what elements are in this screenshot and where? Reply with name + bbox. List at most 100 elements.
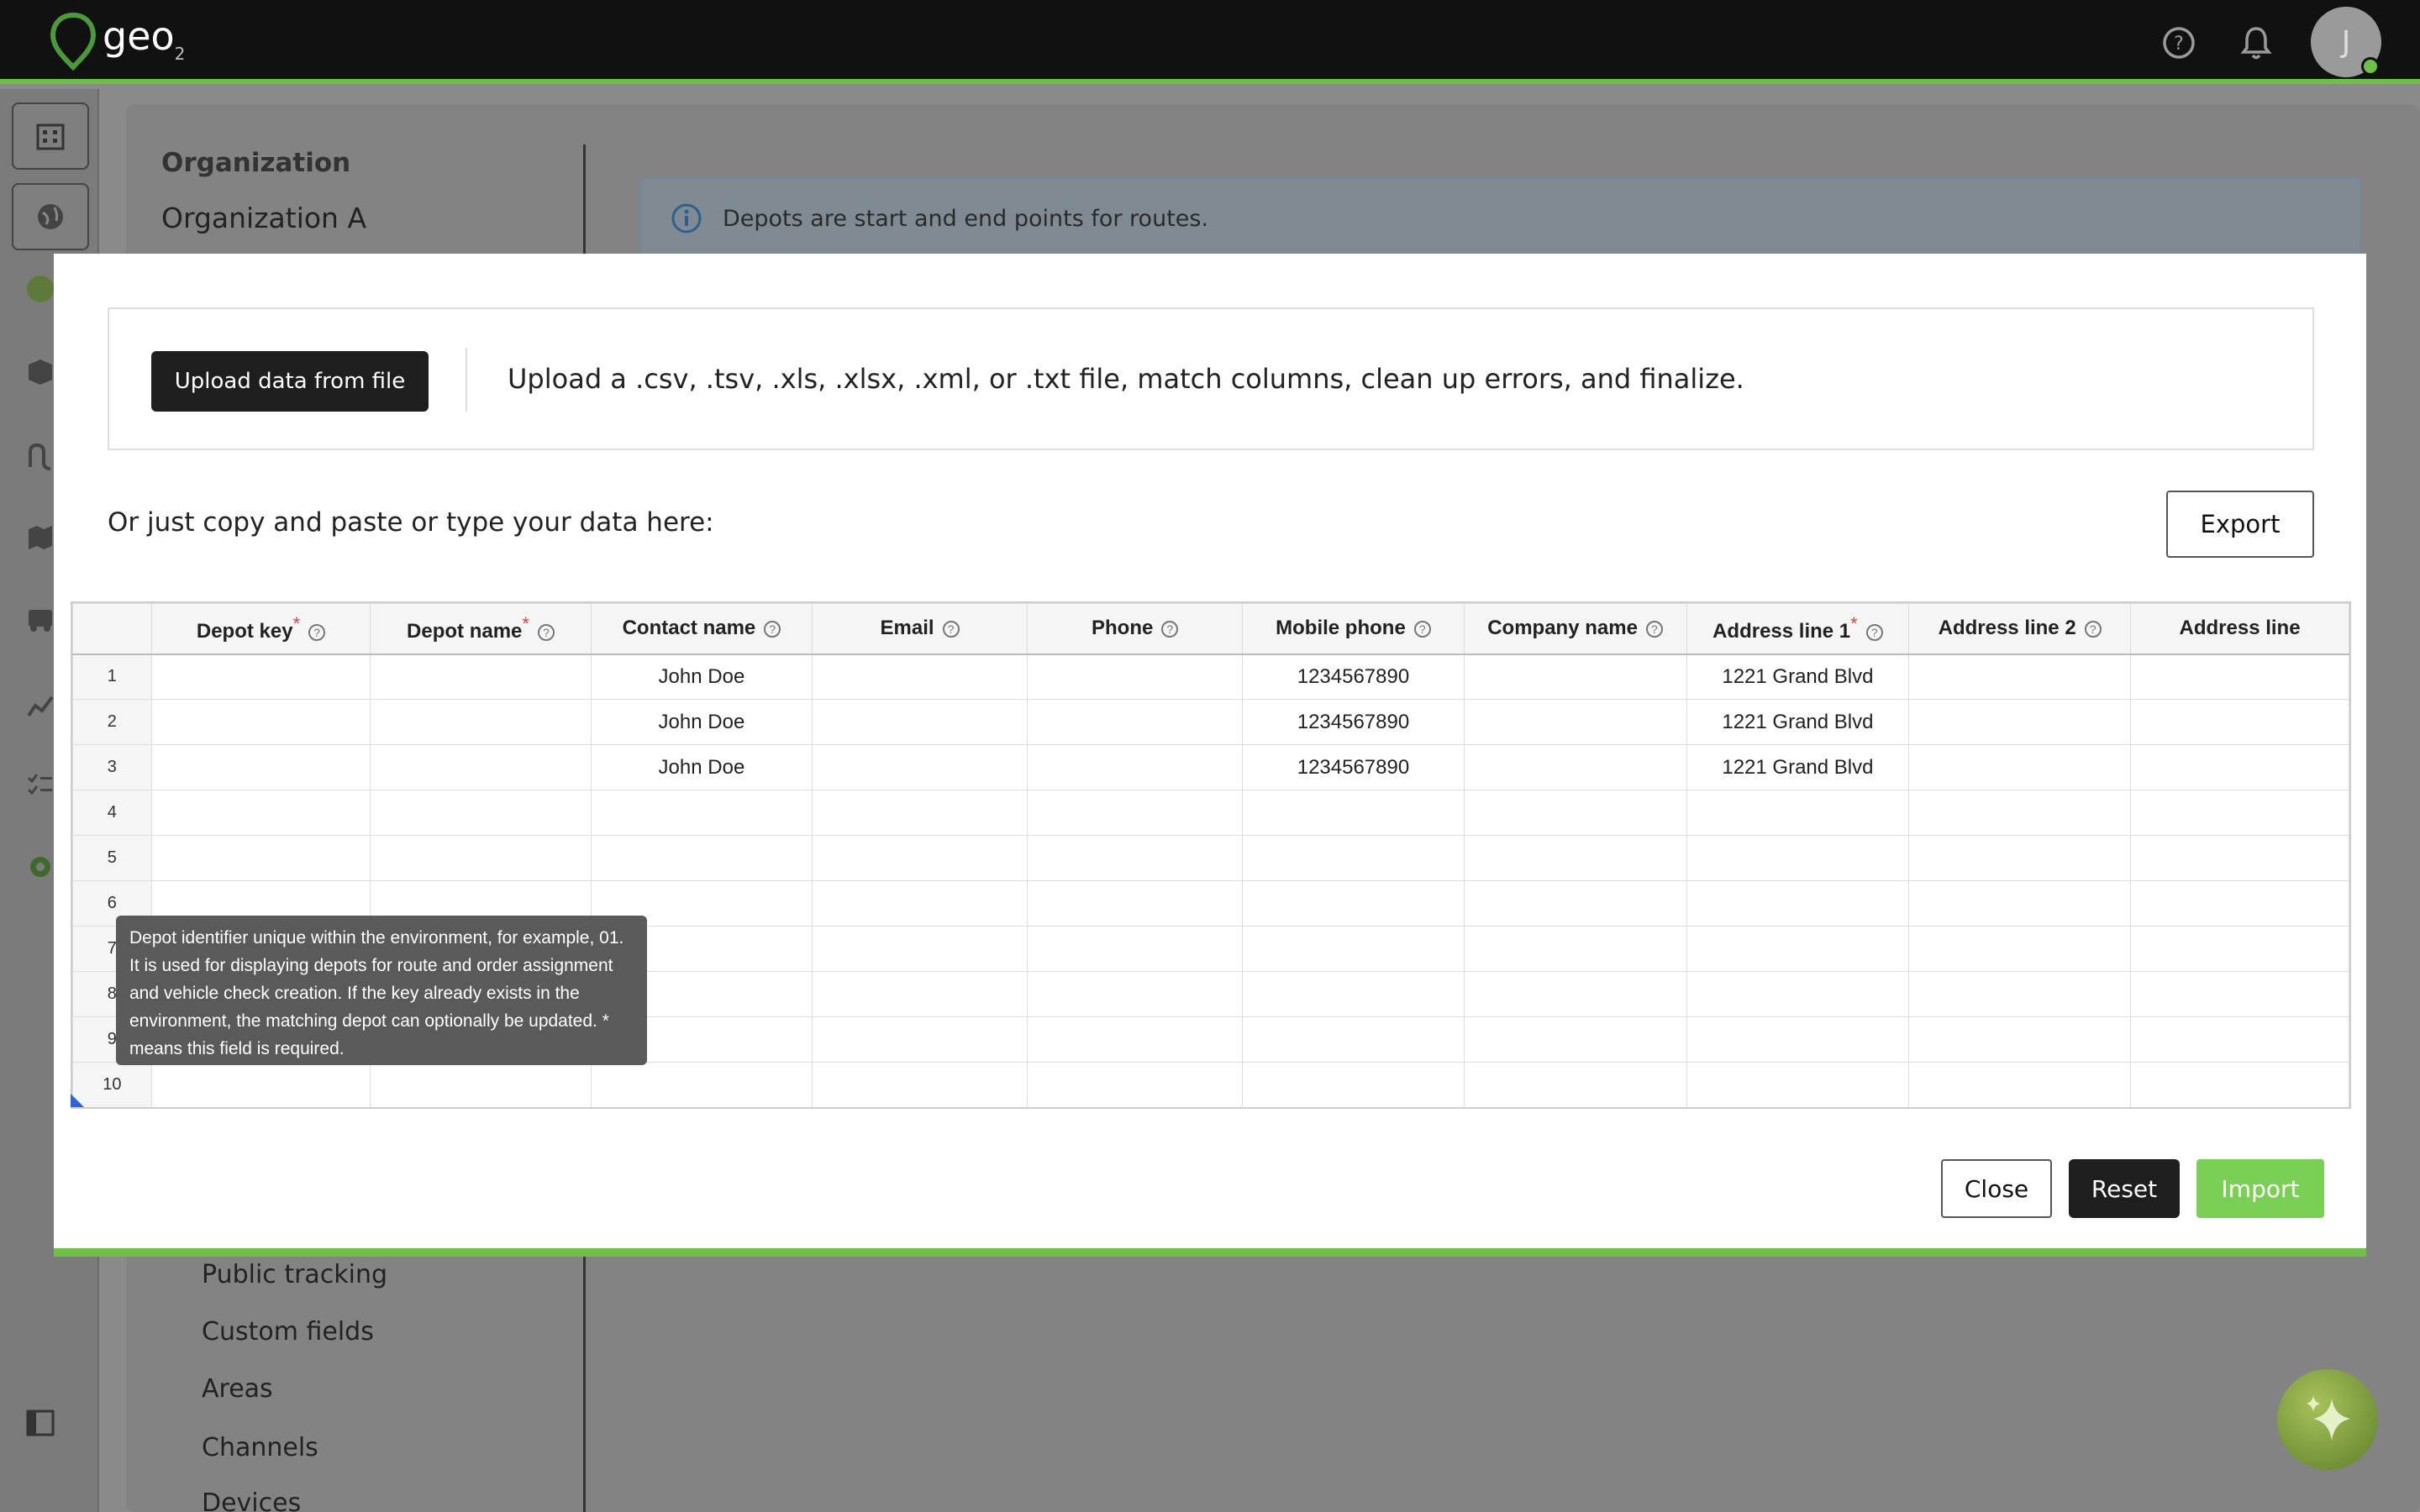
grid-cell[interactable] bbox=[1463, 971, 1687, 1017]
grid-cell[interactable] bbox=[370, 835, 592, 881]
grid-cell[interactable] bbox=[1463, 654, 1687, 700]
nav-devices[interactable]: Devices bbox=[202, 1488, 301, 1512]
grid-cell[interactable] bbox=[1686, 926, 1910, 972]
grid-cell[interactable] bbox=[1242, 790, 1465, 836]
grid-cell[interactable] bbox=[1242, 971, 1465, 1017]
grid-cell[interactable] bbox=[1686, 880, 1910, 927]
grid-cell[interactable] bbox=[150, 1062, 371, 1107]
grid-cell[interactable] bbox=[812, 1062, 1028, 1107]
grid-cell[interactable] bbox=[1463, 835, 1687, 881]
grid-cell[interactable] bbox=[1026, 835, 1244, 881]
grid-cell[interactable] bbox=[812, 1016, 1028, 1063]
nav-custom-fields[interactable]: Custom fields bbox=[202, 1317, 374, 1347]
nav-channels[interactable]: Channels bbox=[202, 1433, 318, 1462]
grid-cell[interactable] bbox=[1908, 971, 2132, 1017]
column-header[interactable]: Contact name? bbox=[590, 603, 813, 655]
grid-cell[interactable] bbox=[150, 699, 371, 745]
grid-cell[interactable] bbox=[2130, 926, 2349, 972]
upload-file-button[interactable]: Upload data from file bbox=[151, 351, 429, 412]
grid-cell[interactable] bbox=[1908, 654, 2132, 700]
help-icon[interactable]: ? bbox=[1645, 620, 1663, 638]
bell-icon[interactable] bbox=[2237, 24, 2275, 62]
grid-cell[interactable] bbox=[1463, 699, 1687, 745]
close-button[interactable]: Close bbox=[1941, 1159, 2052, 1218]
grid-cell[interactable]: John Doe bbox=[590, 699, 813, 745]
grid-cell[interactable] bbox=[1908, 1062, 2132, 1107]
grid-cell[interactable] bbox=[2130, 790, 2349, 836]
import-button[interactable]: Import bbox=[2196, 1159, 2324, 1218]
row-number[interactable]: 5 bbox=[72, 835, 152, 881]
grid-cell[interactable] bbox=[1463, 880, 1687, 927]
grid-cell[interactable] bbox=[812, 699, 1028, 745]
help-icon[interactable]: ? bbox=[2160, 24, 2198, 62]
grid-cell[interactable] bbox=[150, 654, 371, 700]
row-number[interactable]: 10 bbox=[72, 1062, 152, 1107]
grid-cell[interactable] bbox=[1242, 835, 1465, 881]
grid-cell[interactable] bbox=[2130, 880, 2349, 927]
row-number[interactable]: 4 bbox=[72, 790, 152, 836]
grid-cell[interactable] bbox=[2130, 1062, 2349, 1107]
grid-cell[interactable] bbox=[1686, 1062, 1910, 1107]
grid-cell[interactable] bbox=[812, 790, 1028, 836]
grid-cell[interactable] bbox=[590, 1062, 813, 1107]
ai-assistant-button[interactable] bbox=[2277, 1369, 2378, 1470]
grid-cell[interactable] bbox=[370, 1062, 592, 1107]
help-icon[interactable]: ? bbox=[537, 623, 555, 641]
grid-cell[interactable] bbox=[812, 744, 1028, 790]
rail-globe-button[interactable] bbox=[12, 183, 89, 250]
grid-cell[interactable] bbox=[370, 699, 592, 745]
grid-cell[interactable] bbox=[1463, 790, 1687, 836]
grid-cell[interactable] bbox=[150, 790, 371, 836]
grid-cell[interactable] bbox=[2130, 835, 2349, 881]
column-header[interactable]: Address line bbox=[2130, 603, 2349, 655]
grid-cell[interactable] bbox=[1463, 1016, 1687, 1063]
grid-cell[interactable] bbox=[812, 926, 1028, 972]
grid-cell[interactable] bbox=[1242, 1016, 1465, 1063]
grid-cell[interactable] bbox=[1686, 790, 1910, 836]
map-icon[interactable] bbox=[25, 522, 55, 553]
grid-cell[interactable] bbox=[150, 744, 371, 790]
grid-cell[interactable] bbox=[370, 790, 592, 836]
row-number[interactable]: 2 bbox=[72, 699, 152, 745]
export-button[interactable]: Export bbox=[2166, 491, 2314, 558]
reset-button[interactable]: Reset bbox=[2069, 1159, 2180, 1218]
grid-cell[interactable]: 1234567890 bbox=[1242, 654, 1465, 700]
route-icon[interactable] bbox=[25, 442, 55, 472]
grid-cell[interactable] bbox=[1026, 744, 1244, 790]
grid-cell[interactable] bbox=[1242, 880, 1465, 927]
grid-cell[interactable] bbox=[1908, 699, 2132, 745]
grid-cell[interactable] bbox=[812, 971, 1028, 1017]
grid-cell[interactable] bbox=[590, 835, 813, 881]
help-icon[interactable]: ? bbox=[1865, 623, 1883, 641]
grid-cell[interactable] bbox=[1026, 1016, 1244, 1063]
grid-cell[interactable] bbox=[1026, 880, 1244, 927]
column-header[interactable]: Depot name*? bbox=[370, 603, 592, 655]
column-header[interactable]: Depot key*? bbox=[150, 603, 371, 655]
grid-cell[interactable] bbox=[1242, 1062, 1465, 1107]
grid-cell[interactable]: 1234567890 bbox=[1242, 744, 1465, 790]
app-logo[interactable]: geo 2 bbox=[49, 12, 185, 71]
grid-cell[interactable] bbox=[1908, 835, 2132, 881]
nav-areas[interactable]: Areas bbox=[202, 1374, 273, 1404]
help-icon[interactable]: ? bbox=[942, 620, 960, 638]
grid-cell[interactable] bbox=[1026, 926, 1244, 972]
grid-cell[interactable] bbox=[2130, 971, 2349, 1017]
grid-cell[interactable]: 1221 Grand Blvd bbox=[1686, 699, 1910, 745]
grid-cell[interactable] bbox=[1908, 790, 2132, 836]
grid-cell[interactable] bbox=[812, 880, 1028, 927]
grid-cell[interactable]: John Doe bbox=[590, 744, 813, 790]
grid-cell[interactable] bbox=[370, 654, 592, 700]
grid-cell[interactable] bbox=[812, 835, 1028, 881]
grid-cell[interactable] bbox=[590, 790, 813, 836]
nav-public-tracking[interactable]: Public tracking bbox=[202, 1260, 387, 1289]
grid-cell[interactable] bbox=[2130, 654, 2349, 700]
help-icon[interactable]: ? bbox=[2084, 620, 2102, 638]
rail-building-button[interactable] bbox=[12, 102, 89, 170]
grid-cell[interactable]: 1234567890 bbox=[1242, 699, 1465, 745]
grid-cell[interactable] bbox=[2130, 699, 2349, 745]
grid-cell[interactable] bbox=[1463, 1062, 1687, 1107]
grid-cell[interactable] bbox=[1026, 699, 1244, 745]
grid-cell[interactable] bbox=[150, 835, 371, 881]
grid-cell[interactable] bbox=[1686, 835, 1910, 881]
help-icon[interactable]: ? bbox=[1413, 620, 1431, 638]
